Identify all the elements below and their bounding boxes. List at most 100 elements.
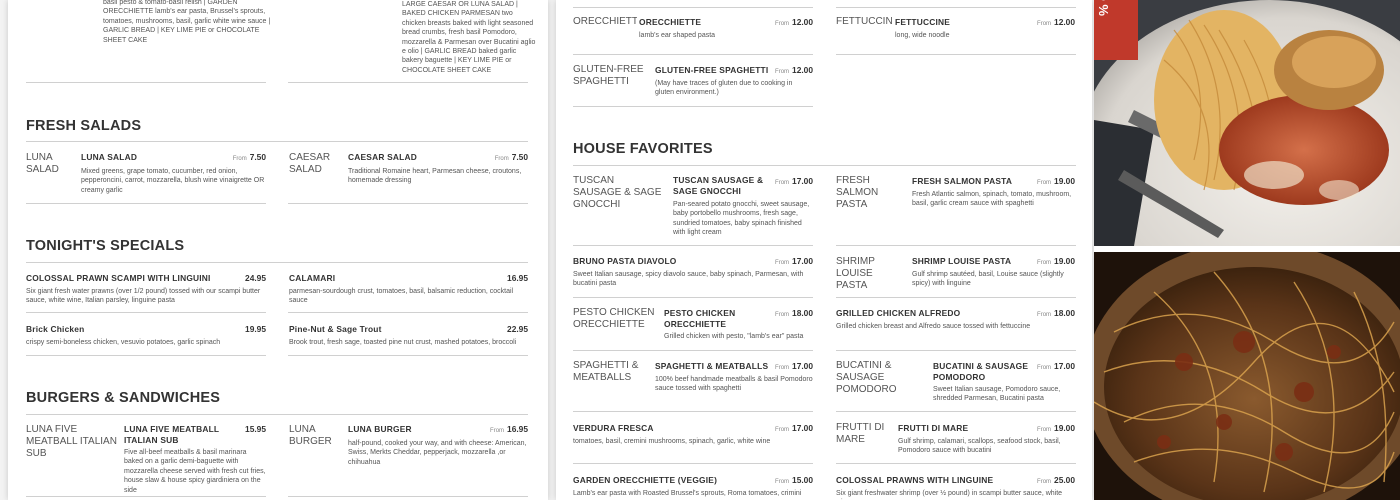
item-price: From 18.00 bbox=[775, 308, 813, 318]
item-name: LUNA FIVE MEATBALL ITALIAN SUB bbox=[124, 424, 220, 445]
item-image-placeholder: PESTO CHICKEN ORECCHIETTE bbox=[573, 307, 655, 330]
item-name: COLOSSAL PRAWNS WITH LINGUINE bbox=[836, 475, 994, 485]
item-description: basil pesto & tomato-basil relish | GARD… bbox=[103, 0, 271, 44]
item-description: Grilled chicken with pesto, "lamb's ear"… bbox=[664, 333, 804, 340]
item-image-placeholder: SHRIMP LOUISE PASTA bbox=[836, 256, 875, 291]
divider bbox=[26, 355, 266, 356]
divider bbox=[836, 411, 1076, 412]
item-description: Gulf shrimp sautéed, basil, Louise sauce… bbox=[912, 271, 1064, 288]
item-price: From 19.00 bbox=[1037, 423, 1075, 433]
item-description: Mixed greens, grape tomato, cucumber, re… bbox=[81, 168, 265, 194]
divider bbox=[26, 312, 266, 313]
discount-banner: % OFF bbox=[1094, 0, 1138, 60]
item-description: Traditional Romaine heart, Parmesan chee… bbox=[348, 168, 522, 185]
item-name: BRUNO PASTA DIAVOLO bbox=[573, 256, 677, 266]
item-price: From 19.00 bbox=[1037, 256, 1075, 266]
divider bbox=[288, 355, 528, 356]
section-divider bbox=[26, 262, 528, 263]
item-description: crispy semi-boneless chicken, vesuvio po… bbox=[26, 339, 221, 346]
item-image-placeholder: GLUTEN-FREE SPAGHETTI bbox=[573, 64, 644, 87]
item-price: From 7.50 bbox=[232, 152, 266, 162]
item-price: 19.95 bbox=[245, 324, 266, 334]
item-name: LUNA BURGER bbox=[348, 424, 412, 434]
item-image-placeholder: BUCATINI & SAUSAGE POMODORO bbox=[836, 360, 897, 395]
item-name: Pine-Nut & Sage Trout bbox=[289, 324, 382, 334]
item-price: From 25.00 bbox=[1037, 475, 1075, 485]
item-image-placeholder: FRESH SALMON PASTA bbox=[836, 175, 879, 210]
divider bbox=[26, 82, 266, 83]
item-image-placeholder: ORECCHIETTE bbox=[573, 16, 637, 27]
item-description: Pan-seared potato gnocchi, sweet sausage… bbox=[673, 201, 810, 237]
item-image-placeholder: SPAGHETTI & MEATBALLS bbox=[573, 360, 639, 383]
item-name: SHRIMP LOUISE PASTA bbox=[912, 256, 1012, 266]
item-name: GLUTEN-FREE SPAGHETTI bbox=[655, 65, 769, 75]
section-divider bbox=[573, 165, 1076, 166]
section-title-house-favorites: HOUSE FAVORITES bbox=[573, 141, 713, 157]
item-name: SPAGHETTI & MEATBALLS bbox=[655, 361, 769, 371]
divider bbox=[573, 106, 813, 107]
item-description: Five all-beef meatballs & basil marinara… bbox=[124, 449, 266, 494]
menu-page-left: basil pesto & tomato-basil relish | GARD… bbox=[8, 0, 548, 500]
item-image-placeholder: FRUTTI DI MARE bbox=[836, 422, 885, 445]
item-price: From 12.00 bbox=[775, 17, 813, 27]
section-title-tonights-specials: TONIGHT'S SPECIALS bbox=[26, 238, 185, 254]
item-price: From 16.95 bbox=[490, 424, 528, 434]
item-price: From 7.50 bbox=[494, 152, 528, 162]
item-name: Brick Chicken bbox=[26, 324, 85, 334]
item-price: From 15.00 bbox=[775, 475, 813, 485]
divider bbox=[836, 297, 1076, 298]
item-description: 100% beef handmade meatballs & basil Pom… bbox=[655, 376, 813, 393]
divider bbox=[836, 463, 1076, 464]
divider bbox=[288, 312, 528, 313]
item-description: Grilled chicken breast and Alfredo sauce… bbox=[836, 323, 1031, 330]
divider bbox=[836, 350, 1076, 351]
item-description: Lamb's ear pasta with Roasted Brussel's … bbox=[573, 490, 802, 497]
item-price: From 17.00 bbox=[775, 361, 813, 371]
item-description: Six giant fresh water prawns (over 1/2 p… bbox=[26, 288, 261, 305]
item-image-placeholder: LUNA SALAD bbox=[26, 152, 59, 175]
item-price: 16.95 bbox=[507, 273, 528, 283]
food-photo-chicken-parmesan-image bbox=[1094, 0, 1400, 246]
item-description: Six giant freshwater shrimp (over ½ poun… bbox=[836, 490, 1063, 500]
divider bbox=[573, 54, 813, 55]
item-image-placeholder: LUNA BURGER bbox=[289, 424, 332, 447]
food-photo-spaghetti-bolognese bbox=[1094, 252, 1400, 500]
divider bbox=[26, 496, 266, 497]
divider bbox=[836, 54, 1076, 55]
item-name: COLOSSAL PRAWN SCAMPI WITH LINGUINI bbox=[26, 273, 211, 283]
item-image-placeholder: TUSCAN SAUSAGE & SAGE GNOCCHI bbox=[573, 175, 662, 210]
item-name: GARDEN ORECCHIETTE (VEGGIE) bbox=[573, 475, 718, 485]
item-price: 22.95 bbox=[507, 324, 528, 334]
divider bbox=[573, 463, 813, 464]
item-name: ORECCHIETTE bbox=[639, 17, 702, 27]
item-description: lamb's ear shaped pasta bbox=[639, 32, 716, 39]
divider bbox=[573, 7, 813, 8]
divider bbox=[573, 350, 813, 351]
item-name: VERDURA FRESCA bbox=[573, 423, 654, 433]
divider bbox=[288, 82, 528, 83]
item-name: GRILLED CHICKEN ALFREDO bbox=[836, 308, 961, 318]
item-price: 15.95 bbox=[245, 424, 266, 434]
menu-page-middle: ORECCHIETTE ORECCHIETTE From12.00 lamb's… bbox=[556, 0, 1092, 500]
item-price: From 12.00 bbox=[775, 65, 813, 75]
section-divider bbox=[26, 141, 528, 142]
divider bbox=[836, 7, 1076, 8]
item-description: Fresh Atlantic salmon, spinach, tomato, … bbox=[912, 191, 1072, 208]
photo-column: % OFF bbox=[1094, 0, 1400, 500]
divider bbox=[573, 245, 813, 246]
item-name: CALAMARI bbox=[289, 273, 336, 283]
food-photo-spaghetti-bolognese-image bbox=[1094, 252, 1400, 500]
section-title-fresh-salads: FRESH SALADS bbox=[26, 118, 142, 134]
item-price: From 17.00 bbox=[775, 423, 813, 433]
item-description: Gulf shrimp, calamari, scallops, seafood… bbox=[898, 438, 1061, 455]
divider bbox=[288, 496, 528, 497]
item-description: Brook trout, fresh sage, toasted pine nu… bbox=[289, 339, 517, 346]
item-name: PESTO CHICKEN ORECCHIETTE bbox=[664, 308, 736, 329]
section-title-burgers-sandwiches: BURGERS & SANDWICHES bbox=[26, 390, 221, 406]
item-description: Sweet Italian sausage, spicy diavolo sau… bbox=[573, 271, 804, 288]
item-description: long, wide noodle bbox=[895, 32, 950, 39]
discount-banner-text: % OFF bbox=[1096, 0, 1111, 16]
item-price: From 17.00 bbox=[775, 176, 813, 186]
item-description: Sweet Italian sausage, Pomodoro sauce, s… bbox=[933, 386, 1061, 403]
item-description: half-pound, cooked your way, and with ch… bbox=[348, 440, 527, 466]
